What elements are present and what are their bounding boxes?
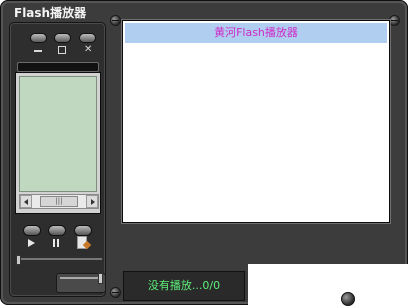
playlist-header: 黄河Flash播放器 bbox=[125, 23, 387, 43]
maximize-icon[interactable] bbox=[58, 46, 66, 54]
window-title: Flash播放器 bbox=[14, 6, 87, 20]
scroll-thumb[interactable]: ||| bbox=[40, 196, 78, 207]
bolt-icon bbox=[110, 287, 121, 298]
pause-icon[interactable] bbox=[53, 239, 60, 247]
status-display: 没有播放...0/0 bbox=[123, 271, 245, 301]
playlist-button[interactable] bbox=[74, 225, 92, 236]
play-button[interactable] bbox=[23, 225, 41, 236]
pause-button[interactable] bbox=[48, 225, 66, 236]
scroll-left-icon[interactable] bbox=[20, 195, 32, 208]
background-gap bbox=[248, 264, 408, 305]
video-screen bbox=[19, 76, 97, 192]
scroll-right-icon[interactable] bbox=[86, 195, 98, 208]
balance-slider-handle[interactable] bbox=[98, 273, 103, 284]
balance-track bbox=[60, 277, 100, 279]
volume-slider-handle[interactable] bbox=[16, 255, 21, 265]
progress-bar[interactable] bbox=[17, 62, 99, 72]
minimize-button[interactable] bbox=[30, 33, 47, 43]
bolt-icon bbox=[110, 15, 121, 26]
minimize-icon[interactable] bbox=[34, 50, 42, 52]
close-button[interactable] bbox=[79, 33, 96, 43]
maximize-button[interactable] bbox=[54, 33, 71, 43]
volume-slider[interactable] bbox=[18, 258, 102, 260]
playlist-panel[interactable]: 黄河Flash播放器 bbox=[122, 20, 390, 223]
bolt-icon bbox=[389, 15, 400, 26]
video-screen-frame: ||| bbox=[15, 72, 101, 214]
horizontal-scrollbar[interactable]: ||| bbox=[19, 194, 99, 209]
playlist-icon[interactable] bbox=[77, 236, 87, 249]
resize-grip-icon[interactable] bbox=[341, 292, 355, 306]
play-icon[interactable] bbox=[28, 239, 35, 247]
close-icon[interactable]: ✕ bbox=[84, 45, 92, 55]
